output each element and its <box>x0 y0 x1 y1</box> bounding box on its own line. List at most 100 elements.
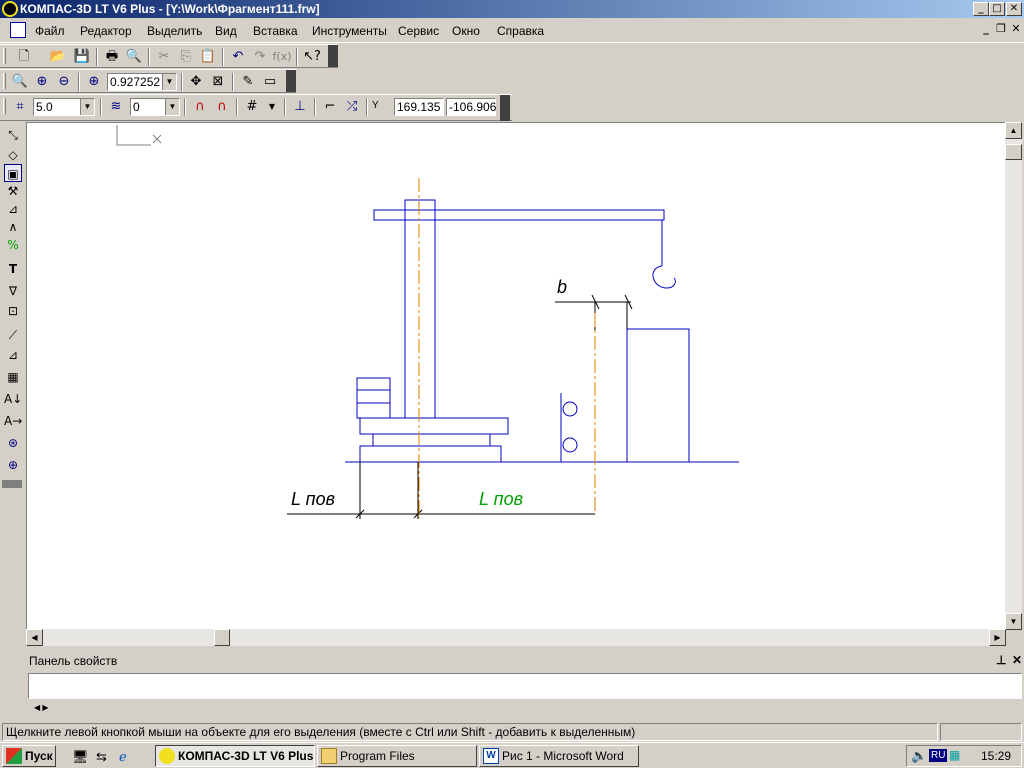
network-icon[interactable]: ⇆ <box>96 749 112 765</box>
view-arrow-tool-icon[interactable]: A→ <box>4 412 22 430</box>
position-tool-icon[interactable]: ⊿ <box>4 346 22 364</box>
menu-edit[interactable]: Редактор <box>80 24 132 38</box>
chevron-down-icon[interactable]: ▼ <box>262 98 282 116</box>
toolbar-grip[interactable] <box>3 73 6 89</box>
doc-minimize-button[interactable]: _ <box>979 22 993 38</box>
paste-icon[interactable]: 📋 <box>198 48 218 66</box>
measure-tool-icon[interactable]: % <box>4 236 22 254</box>
layer-combo[interactable]: 0 ▼ <box>130 98 180 116</box>
doc-restore-button[interactable]: ❐ <box>994 22 1008 38</box>
base-tool-icon[interactable]: ⊡ <box>4 302 22 320</box>
new-file-icon[interactable]: 🗋 <box>14 48 34 66</box>
properties-panel-content[interactable] <box>28 673 1022 699</box>
copy-icon[interactable]: ⎘ <box>176 48 196 66</box>
toolbar-grip[interactable] <box>3 98 6 114</box>
scroll-thumb[interactable] <box>214 629 230 646</box>
drawing-canvas[interactable]: b L пов L пов <box>26 122 1006 630</box>
task-word[interactable]: W Рис 1 - Microsoft Word <box>479 745 639 767</box>
properties-close-icon[interactable]: ✕ <box>1012 653 1022 667</box>
display-icon[interactable]: ▭ <box>260 73 280 91</box>
spec-tool-icon[interactable]: ⊛ <box>4 434 22 452</box>
arc-tool-icon[interactable]: ∧ <box>4 218 22 236</box>
section-tool-icon[interactable]: A↓ <box>4 390 22 408</box>
vertical-scrollbar[interactable]: ▲ ▼ <box>1005 122 1022 630</box>
start-button[interactable]: Пуск <box>2 745 56 767</box>
cursor-step-combo[interactable]: 5.0 ▼ <box>33 98 95 116</box>
snap-mode-icon[interactable]: ⤮ <box>342 98 362 116</box>
print-preview-icon[interactable]: 🔍 <box>124 48 144 66</box>
menu-file[interactable]: Файл <box>35 24 65 38</box>
task-program-files[interactable]: Program Files <box>317 745 477 767</box>
pan-icon[interactable]: ✥ <box>186 73 206 91</box>
help-pointer-icon[interactable]: ↖? <box>302 48 322 66</box>
chevron-down-icon[interactable]: ▼ <box>165 99 179 115</box>
refresh-icon[interactable]: ✎ <box>238 73 258 91</box>
task-label: КОМПАС-3D LT V6 Plus... <box>178 749 315 763</box>
scroll-right-button[interactable]: ▶ <box>989 629 1006 646</box>
menu-window[interactable]: Окно <box>452 24 480 38</box>
chevron-down-icon[interactable]: ▼ <box>80 99 94 115</box>
zoom-scale-icon[interactable]: ⊕ <box>84 73 104 91</box>
menu-insert[interactable]: Вставка <box>253 24 298 38</box>
coord-x-field[interactable]: 169.135 <box>394 98 444 116</box>
function-icon[interactable]: f(x) <box>272 48 292 66</box>
volume-icon[interactable]: 🔈 <box>911 748 927 764</box>
desktop-icon[interactable]: 🖥 <box>72 749 89 765</box>
grid-icon[interactable]: # <box>242 98 262 116</box>
snap-magnet-icon[interactable]: ∩ <box>190 98 210 116</box>
chevron-down-icon[interactable]: ▼ <box>162 74 176 90</box>
local-snap-icon[interactable]: ∩ <box>212 98 232 116</box>
scroll-thumb[interactable] <box>1005 144 1022 160</box>
hammer-tool-icon[interactable]: ⚒ <box>4 182 22 200</box>
menu-help[interactable]: Справка <box>497 24 544 38</box>
layers-icon[interactable]: ≋ <box>106 98 126 116</box>
task-kompas[interactable]: КОМПАС-3D LT V6 Plus... <box>155 745 315 767</box>
zoom-in-icon[interactable]: ⊕ <box>32 73 52 91</box>
local-cs-icon[interactable]: ⊥ <box>290 98 310 116</box>
dimension-tool-icon[interactable]: ▣ <box>4 164 22 182</box>
zoom-window-icon[interactable]: 🔍 <box>10 73 30 91</box>
menu-select[interactable]: Выделить <box>147 24 202 38</box>
pin-icon[interactable]: ⊥ <box>996 653 1006 667</box>
scroll-down-button[interactable]: ▼ <box>1005 613 1022 630</box>
cut-icon[interactable]: ✂ <box>154 48 174 66</box>
kompas-app-icon[interactable] <box>2 1 18 17</box>
network-tray-icon[interactable]: ▦ <box>949 748 960 762</box>
scroll-left-button[interactable]: ◀ <box>26 629 43 646</box>
save-icon[interactable]: 💾 <box>72 48 92 66</box>
internet-explorer-icon[interactable]: ℯ <box>119 749 135 765</box>
table-tool-icon[interactable]: ▦ <box>4 368 22 386</box>
leader-tool-icon[interactable]: ⟋ <box>4 326 22 344</box>
menu-service[interactable]: Сервис <box>398 24 439 38</box>
show-all-icon[interactable]: ⊠ <box>208 73 228 91</box>
document-icon[interactable] <box>10 22 26 38</box>
close-button[interactable]: ✕ <box>1006 2 1022 16</box>
doc-close-button[interactable]: ✕ <box>1009 22 1023 38</box>
window-titlebar[interactable]: КОМПАС-3D LT V6 Plus - [Y:\Work\Фрагмент… <box>0 0 1024 18</box>
print-icon[interactable]: 🖶 <box>102 48 122 66</box>
ortho-line-tool-icon[interactable]: ⊿ <box>4 200 22 218</box>
menu-view[interactable]: Вид <box>215 24 237 38</box>
menu-tools[interactable]: Инструменты <box>312 24 387 38</box>
scroll-up-button[interactable]: ▲ <box>1005 122 1022 139</box>
open-folder-icon[interactable]: 📂 <box>48 48 68 66</box>
text-tool-icon[interactable]: T <box>4 260 22 278</box>
step-cursor-icon[interactable]: ⌗ <box>10 98 30 116</box>
target-tool-icon[interactable]: ⊕ <box>4 456 22 474</box>
panel-nav-arrows-icon[interactable]: ◀ ▶ <box>34 703 49 712</box>
zoom-out-icon[interactable]: ⊖ <box>54 73 74 91</box>
undo-icon[interactable]: ↶ <box>228 48 248 66</box>
maximize-button[interactable]: □ <box>989 2 1005 16</box>
language-indicator[interactable]: RU <box>929 749 948 762</box>
geometry-tool-icon[interactable]: ◇ <box>4 146 22 164</box>
roughness-tool-icon[interactable]: ∇ <box>4 282 22 300</box>
point-tool-icon[interactable]: ⤡ <box>4 126 22 144</box>
toolbar-grip[interactable] <box>3 48 6 64</box>
panel-scroll-indicator[interactable] <box>2 480 22 488</box>
ortho-icon[interactable]: ⌐ <box>320 98 340 116</box>
minimize-button[interactable]: _ <box>973 2 989 16</box>
horizontal-scrollbar[interactable]: ◀ ▶ <box>26 629 1006 646</box>
zoom-scale-combo[interactable]: 0.927252 ▼ <box>107 73 177 91</box>
redo-icon[interactable]: ↷ <box>250 48 270 66</box>
coord-y-field[interactable]: -106.906 <box>446 98 496 116</box>
